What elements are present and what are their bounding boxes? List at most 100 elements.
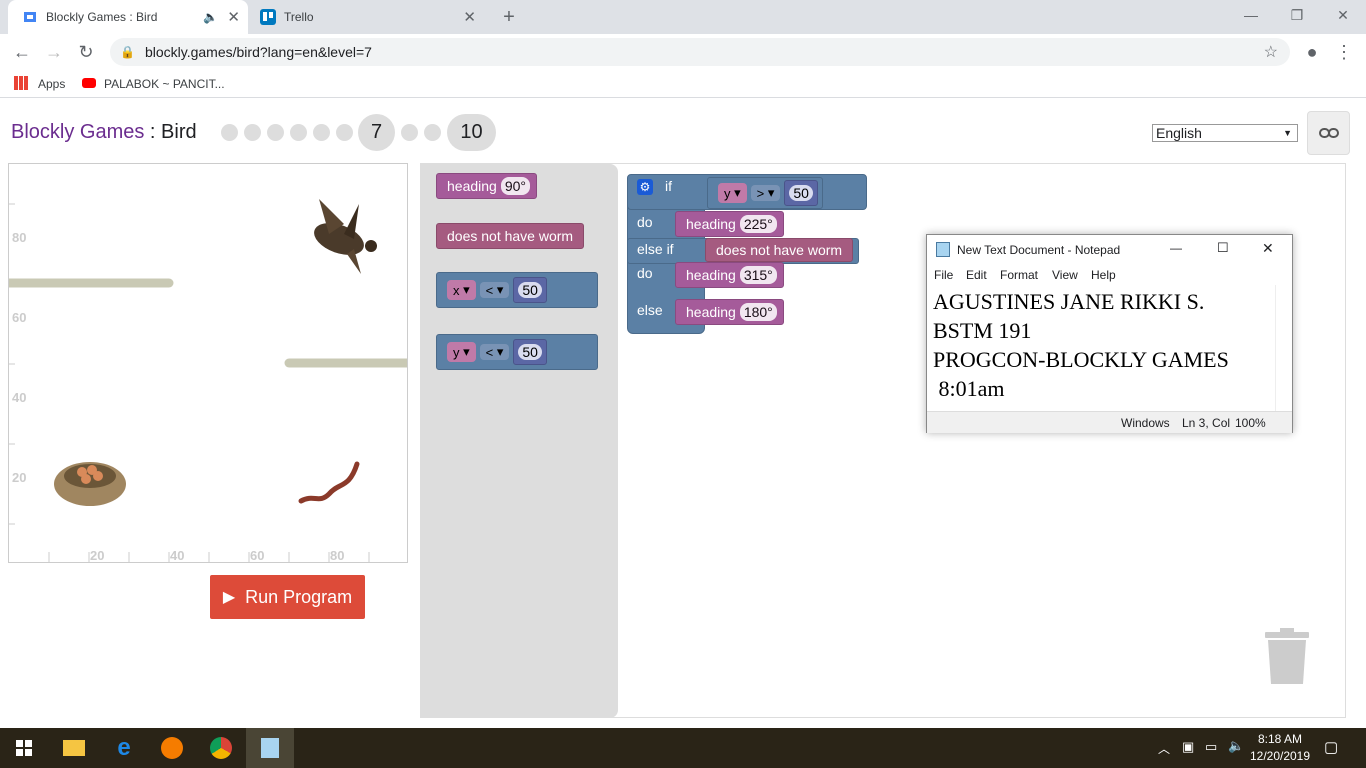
level-dot[interactable] [221,124,238,141]
heading-angle-field[interactable]: 225° [739,215,777,233]
number-block[interactable]: 50 [513,339,547,365]
close-icon[interactable]: ✕ [1262,240,1274,257]
address-bar[interactable]: 🔒 blockly.games/bird?lang=en&level=7 ☆ [110,38,1290,66]
file-explorer-icon[interactable] [50,728,98,768]
text-line: AGUSTINES JANE RIKKI S. [933,289,1205,314]
number-block[interactable]: 50 [784,180,818,206]
volume-icon[interactable]: 🔈 [1228,738,1244,754]
youtube-icon [82,78,96,88]
minimize-icon[interactable]: — [1228,0,1274,30]
level-dot[interactable] [313,124,330,141]
do-label: do [637,265,653,281]
run-program-button[interactable]: ▶ Run Program [210,575,365,619]
chrome-icon[interactable] [197,728,245,768]
bookmark-palabok[interactable]: PALABOK ~ PANCIT... [104,77,225,91]
close-tab-icon[interactable]: ✕ [227,8,240,26]
toolbox-heading-block[interactable]: heading 90° [436,173,537,199]
notepad-taskbar-icon[interactable] [246,728,294,768]
tab-strip: Blockly Games : Bird 🔈 ✕ Trello ✕ + — ❐ … [0,0,1366,34]
notepad-icon [936,242,950,257]
notepad-text-area[interactable]: AGUSTINES JANE RIKKI S. BSTM 191 PROGCON-B… [933,287,1273,403]
block-label: does not have worm [716,242,843,258]
level-dot[interactable] [267,124,284,141]
display-icon[interactable]: ▭ [1205,739,1217,755]
number-block[interactable]: 50 [513,277,547,303]
menu-edit[interactable]: Edit [966,268,987,282]
new-tab-button[interactable]: + [495,3,523,31]
var-dropdown[interactable]: x ▾ [447,280,476,300]
menu-file[interactable]: File [934,268,953,282]
windows-start-icon[interactable] [0,728,48,768]
profile-icon[interactable]: ● [1298,38,1326,66]
tab-title: Blockly Games : Bird [46,10,158,24]
menu-view[interactable]: View [1052,268,1078,282]
maximize-icon[interactable]: ☐ [1217,240,1229,256]
tab-trello[interactable]: Trello ✕ [252,0,488,34]
heading-angle-field[interactable]: 180° [739,303,777,321]
op-dropdown[interactable]: < ▾ [479,344,510,360]
chevron-up-icon[interactable]: ︿ [1158,740,1170,757]
minimize-icon[interactable]: — [1170,241,1182,255]
network-icon[interactable]: ▣ [1182,739,1194,755]
bookmark-apps[interactable]: Apps [38,77,65,91]
level-dot[interactable] [290,124,307,141]
menu-icon[interactable]: ⋮ [1330,38,1358,66]
tab-title: Trello [284,10,314,24]
reload-icon[interactable]: ↻ [72,38,100,66]
menu-help[interactable]: Help [1091,268,1116,282]
compare-block[interactable]: y ▾ > ▾ 50 [707,177,823,209]
close-window-icon[interactable]: ✕ [1320,0,1366,30]
block-label: heading [686,304,736,320]
language-select[interactable]: English ▼ [1152,124,1298,142]
firefox-icon[interactable] [148,728,196,768]
tab-blockly[interactable]: Blockly Games : Bird 🔈 ✕ [8,0,248,34]
back-icon[interactable]: ← [8,38,36,66]
level-dot[interactable] [244,124,261,141]
else-if-label: else if [637,241,674,257]
restore-icon[interactable]: ❐ [1274,0,1320,30]
level-dot[interactable] [336,124,353,141]
op-dropdown[interactable]: > ▾ [750,185,781,201]
apps-icon[interactable] [14,76,28,90]
close-tab-icon[interactable]: ✕ [463,8,476,26]
vertical-scrollbar[interactable] [1275,285,1292,411]
link-button[interactable] [1307,111,1350,155]
heading-angle-field[interactable]: 315° [739,266,777,284]
toolbox-compare-y-block[interactable]: y ▾ < ▾ 50 [436,334,598,370]
speaker-icon[interactable]: 🔈 [203,10,218,24]
forward-icon[interactable]: → [40,38,68,66]
link-icon [1318,128,1339,138]
no-worm-block[interactable]: does not have worm [705,238,854,262]
menu-format[interactable]: Format [1000,268,1038,282]
gear-icon[interactable]: ⚙ [637,179,653,195]
last-level[interactable]: 10 [447,114,496,151]
browser-toolbar: ← → ↻ 🔒 blockly.games/bird?lang=en&level… [0,34,1366,70]
notepad-titlebar[interactable]: New Text Document - Notepad — ☐ ✕ [927,235,1292,265]
heading-block[interactable]: heading 225° [675,211,784,237]
heading-block[interactable]: heading 315° [675,262,784,288]
var-dropdown[interactable]: y ▾ [447,342,476,362]
notifications-icon[interactable]: ▢ [1324,738,1338,756]
do-label: do [637,214,653,230]
toolbox-flyout[interactable]: heading 90° does not have worm x ▾ < ▾ 5… [421,164,618,718]
game-canvas: 80 60 40 20 20 40 60 80 [8,163,408,563]
toolbox-compare-x-block[interactable]: x ▾ < ▾ 50 [436,272,598,308]
block-label: does not have worm [447,228,574,244]
op-dropdown[interactable]: < ▾ [479,282,510,298]
level-dot[interactable] [401,124,418,141]
brand-link[interactable]: Blockly Games [11,121,144,143]
language-value: English [1156,125,1202,141]
heading-block[interactable]: heading 180° [675,299,784,325]
taskbar-clock[interactable]: 8:18 AM 12/20/2019 [1247,731,1313,765]
var-dropdown[interactable]: y ▾ [718,183,747,203]
block-label: heading [447,178,497,194]
toolbox-no-worm-block[interactable]: does not have worm [436,223,585,249]
bookmark-star-icon[interactable]: ☆ [1264,42,1278,62]
bird-icon [314,199,377,274]
level-dot[interactable] [424,124,441,141]
notepad-window[interactable]: New Text Document - Notepad — ☐ ✕ File E… [926,234,1293,433]
current-level[interactable]: 7 [358,114,395,151]
trash-icon[interactable] [1265,628,1309,684]
edge-icon[interactable]: e [100,728,148,768]
heading-angle-field[interactable]: 90° [500,177,530,195]
